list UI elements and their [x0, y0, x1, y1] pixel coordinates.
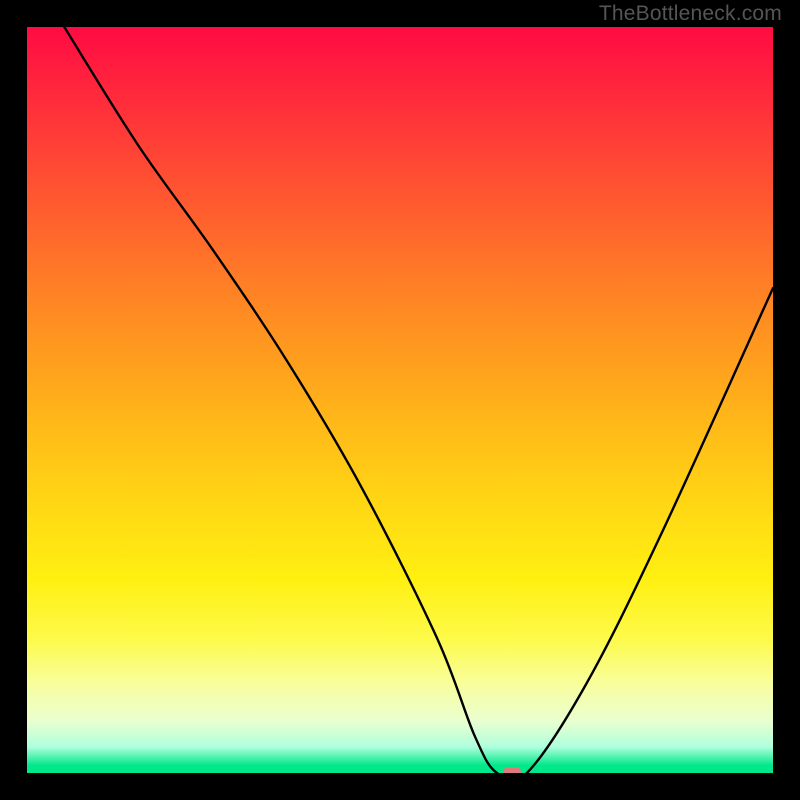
chart-frame: TheBottleneck.com — [0, 0, 800, 800]
optimum-marker — [503, 767, 521, 773]
bottleneck-curve — [27, 27, 773, 773]
attribution-text: TheBottleneck.com — [599, 2, 782, 26]
plot-area — [27, 27, 773, 773]
